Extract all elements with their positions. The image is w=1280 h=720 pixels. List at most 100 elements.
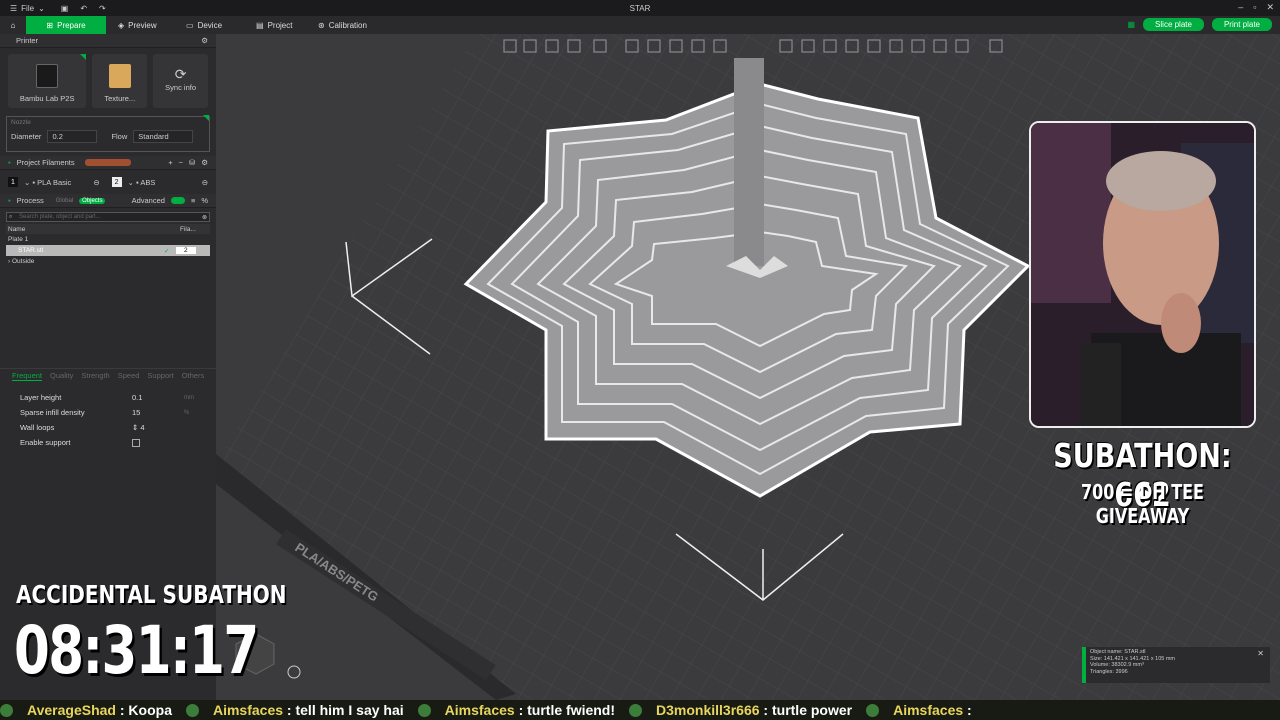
- list-icon[interactable]: ≡: [191, 196, 195, 205]
- tab-label: Calibration: [328, 20, 367, 30]
- slice-plate-button[interactable]: Slice plate: [1143, 18, 1204, 31]
- remove-icon[interactable]: −: [179, 158, 183, 167]
- tab-device[interactable]: ▭ Device: [174, 16, 244, 34]
- menu-icon[interactable]: ☰: [10, 4, 17, 13]
- property-row: Enable support: [20, 435, 194, 450]
- settings-toggle-icon[interactable]: ▦: [1127, 20, 1135, 29]
- subathon-timer: 08:31:17: [14, 612, 259, 689]
- tab-strength[interactable]: Strength: [81, 371, 109, 380]
- enable-support-checkbox[interactable]: [132, 438, 140, 447]
- tab-label: Preview: [128, 20, 157, 30]
- device-icon: ▭: [186, 20, 194, 30]
- process-section-header: ▪ Process Global Objects Advanced ≡ %: [0, 194, 216, 208]
- percent-icon[interactable]: %: [201, 196, 208, 205]
- printer-select-card[interactable]: Bambu Lab P2S: [8, 54, 87, 108]
- home-icon[interactable]: ⌂: [0, 21, 26, 30]
- advanced-label: Advanced: [131, 196, 165, 205]
- filament-column[interactable]: Fila...: [160, 226, 196, 233]
- status-corner: [80, 54, 87, 60]
- flow-select[interactable]: Standard: [133, 130, 194, 143]
- filament-name: ABS: [140, 177, 156, 187]
- unit-label: mm: [184, 394, 194, 401]
- sync-filament-icon[interactable]: ⛁: [189, 158, 195, 167]
- chat-text: Koopa: [128, 702, 172, 718]
- plate-type-label: Texture...: [104, 94, 136, 103]
- tree-plate[interactable]: Plate 1: [0, 234, 216, 245]
- chat-user: D3monkill3r666: [656, 702, 760, 718]
- advanced-switch[interactable]: [170, 197, 185, 204]
- tree-object-star[interactable]: STAR.stl ✓ 2: [6, 245, 210, 256]
- chat-ticker: AverageShad : Koopa Aimsfaces : tell him…: [0, 700, 1280, 720]
- sync-info-button[interactable]: ⟳ Sync info: [153, 54, 208, 108]
- tab-prepare[interactable]: ⊞ Prepare: [26, 16, 106, 34]
- chat-message: AverageShad : Koopa: [27, 702, 172, 718]
- filament-select[interactable]: ⌄ ▪ PLA Basic: [24, 178, 71, 187]
- object-name: Object name: STAR.stl: [1090, 649, 1146, 655]
- object-search-input[interactable]: ⌕ Search plate, object and part... ⊗: [6, 212, 210, 222]
- add-icon[interactable]: +: [168, 158, 172, 167]
- diameter-select[interactable]: 0.2: [47, 130, 98, 143]
- gear-icon[interactable]: ⚙: [201, 36, 208, 45]
- preview-icon: ◈: [118, 20, 125, 30]
- infill-density-input[interactable]: 15: [132, 408, 184, 417]
- emote-icon: [629, 703, 643, 717]
- object-triangles: Triangles: 3996: [1090, 668, 1128, 675]
- tab-preview[interactable]: ◈ Preview: [106, 16, 174, 34]
- title-bar: ☰ File ⌄ ▣ ↶ ↷ STAR – ▫ ✕: [0, 0, 1280, 16]
- filament-tag[interactable]: [84, 159, 131, 166]
- close-icon[interactable]: ✕: [1266, 2, 1274, 13]
- chat-user: Aimsfaces: [444, 702, 515, 718]
- emote-icon: [185, 703, 199, 717]
- property-row: Sparse infill density 15 %: [20, 405, 194, 420]
- tree-outside[interactable]: › Outside: [0, 256, 216, 267]
- tab-label: Prepare: [57, 20, 86, 30]
- tab-label: Device: [197, 20, 223, 30]
- infill-density-label: Sparse infill density: [20, 408, 85, 417]
- property-row: Wall loops ⇕ 4: [20, 420, 194, 435]
- chevron-down-icon[interactable]: ⌄: [38, 4, 45, 13]
- status-corner: [203, 115, 209, 121]
- subathon-goal: 700 = DH TEE GIVEAWAY: [1081, 480, 1204, 528]
- global-toggle[interactable]: Global: [56, 198, 73, 204]
- tab-speed[interactable]: Speed: [118, 371, 140, 380]
- undo-icon[interactable]: ↶: [80, 4, 87, 13]
- object-volume: Volume: 38302.9 mm³: [1090, 662, 1144, 669]
- wall-loops-stepper[interactable]: ⇕ 4: [132, 423, 184, 432]
- objects-toggle[interactable]: Objects: [79, 197, 106, 204]
- filament-index: 2: [111, 177, 122, 187]
- plate-type-card[interactable]: Texture...: [92, 54, 148, 108]
- file-menu[interactable]: File: [21, 4, 34, 13]
- tab-frequent[interactable]: Frequent: [12, 371, 43, 381]
- chevron-right-icon[interactable]: ›: [8, 258, 10, 265]
- unit-label: %: [184, 409, 190, 416]
- name-column[interactable]: Name: [6, 226, 160, 233]
- clear-icon[interactable]: ⊗: [202, 214, 207, 221]
- minus-circle-icon[interactable]: ⊖: [93, 178, 99, 187]
- layer-height-input[interactable]: 0.1: [132, 393, 184, 402]
- tab-project[interactable]: ▤ Project: [244, 16, 306, 34]
- sync-label: Sync info: [165, 82, 196, 92]
- redo-icon[interactable]: ↷: [99, 4, 106, 13]
- object-tree-header: Name Fila...: [6, 224, 210, 234]
- filament-chip[interactable]: 2: [176, 247, 196, 254]
- chat-text: tell him I say hai: [295, 702, 404, 718]
- tab-others[interactable]: Others: [182, 371, 205, 380]
- minus-circle-icon[interactable]: ⊖: [202, 178, 208, 187]
- tab-quality[interactable]: Quality: [50, 371, 73, 380]
- filament-select[interactable]: ⌄ ▪ ABS: [128, 178, 156, 187]
- webcam-feed: [1031, 123, 1254, 426]
- save-icon[interactable]: ▣: [61, 4, 69, 13]
- tab-support[interactable]: Support: [147, 371, 173, 380]
- minimize-icon[interactable]: –: [1238, 2, 1243, 13]
- maximize-icon[interactable]: ▫: [1253, 2, 1256, 13]
- emote-icon: [866, 703, 880, 717]
- support-column: [734, 58, 764, 266]
- close-icon[interactable]: ✕: [1257, 649, 1264, 659]
- tab-calibration[interactable]: ⊛ Calibration: [306, 16, 390, 34]
- nozzle-box: Nozzle Diameter 0.2 Flow Standard: [6, 115, 210, 152]
- filaments-section-header: ▪ Project Filaments + − ⛁ ⚙: [0, 156, 216, 170]
- print-plate-button[interactable]: Print plate: [1211, 18, 1272, 31]
- printer-header-label: Printer: [16, 36, 39, 45]
- gear-icon[interactable]: ⚙: [201, 158, 208, 167]
- prepare-icon: ⊞: [46, 20, 54, 30]
